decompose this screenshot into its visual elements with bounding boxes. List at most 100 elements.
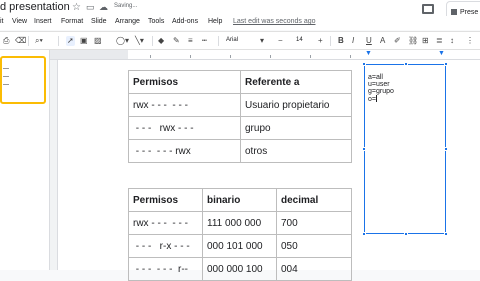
- table-cell[interactable]: - - - - - - rwx: [128, 139, 241, 163]
- table-cell[interactable]: grupo: [240, 116, 352, 140]
- text-line-content: o=: [368, 96, 376, 103]
- underline-icon[interactable]: U: [366, 36, 372, 46]
- table-cell[interactable]: - - - - - - r--: [128, 257, 203, 281]
- paint-format-icon[interactable]: ⌫: [15, 36, 26, 46]
- align-icon[interactable]: ≣: [436, 36, 443, 46]
- italic-icon[interactable]: I: [352, 36, 354, 46]
- menu-help[interactable]: Help: [208, 18, 222, 25]
- menu-addons[interactable]: Add-ons: [172, 18, 198, 25]
- selected-text-box[interactable]: a=all u=user g=grupo o=: [362, 62, 448, 236]
- present-icon: [451, 9, 457, 15]
- border-weight-icon[interactable]: ≡: [188, 36, 193, 46]
- table-cell[interactable]: - - - rwx - - -: [128, 116, 241, 140]
- border-color-icon[interactable]: ✎: [173, 36, 180, 46]
- ruler-tick: [230, 55, 231, 58]
- save-status: Saving...: [114, 3, 138, 9]
- table-row: - - - rwx - - - grupo: [128, 116, 352, 140]
- resize-handle[interactable]: [362, 232, 366, 236]
- table-cell[interactable]: otros: [240, 139, 352, 163]
- last-edit-link[interactable]: Last edit was seconds ago: [233, 18, 316, 25]
- right-indent-marker-icon[interactable]: ▼: [438, 50, 445, 57]
- text-color-icon[interactable]: A: [380, 36, 385, 46]
- font-size-increase[interactable]: +: [318, 36, 323, 46]
- image-icon[interactable]: ▨: [94, 36, 102, 46]
- indent-marker-icon[interactable]: ▼: [365, 50, 372, 57]
- table-header-cell[interactable]: decimal: [276, 188, 352, 212]
- vertical-ruler[interactable]: [50, 60, 58, 270]
- line-icon[interactable]: ╲▾: [135, 36, 144, 46]
- table-header-cell[interactable]: Referente a: [240, 70, 352, 94]
- resize-handle[interactable]: [404, 232, 408, 236]
- toolbar-divider: [58, 36, 59, 46]
- print-icon[interactable]: ⎙: [3, 36, 9, 46]
- star-icon[interactable]: ☆: [72, 2, 81, 13]
- menu-arrange[interactable]: Arrange: [115, 18, 140, 25]
- menu-edit[interactable]: it: [0, 18, 4, 25]
- table-cell[interactable]: 004: [276, 257, 352, 281]
- table-cell[interactable]: rwx - - - - - -: [128, 211, 203, 235]
- shape-icon[interactable]: ◯▾: [116, 36, 129, 46]
- table-cell[interactable]: Usuario propietario: [240, 93, 352, 117]
- font-size-decrease[interactable]: −: [278, 36, 283, 46]
- table-row: rwx - - - - - - 111 000 000 700: [128, 211, 352, 235]
- line-spacing-icon[interactable]: ↕: [450, 36, 454, 46]
- menu-tools[interactable]: Tools: [148, 18, 164, 25]
- thumbnail-text-line: [3, 68, 9, 69]
- border-dash-icon[interactable]: ┅: [202, 36, 207, 46]
- text-line[interactable]: g=grupo: [365, 88, 445, 95]
- ruler-tick: [190, 55, 191, 58]
- link-icon[interactable]: ⛓: [408, 36, 418, 46]
- table-cell[interactable]: 000 101 000: [202, 234, 277, 258]
- table-cell[interactable]: 700: [276, 211, 352, 235]
- move-folder-icon[interactable]: ▭: [86, 2, 95, 13]
- table-header-cell[interactable]: Permisos: [128, 188, 203, 212]
- zoom-icon[interactable]: ⌕▾: [35, 36, 43, 46]
- table-header-row: Permisos Referente a: [128, 70, 352, 94]
- permissions-reference-table[interactable]: Permisos Referente a rwx - - - - - - Usu…: [128, 70, 352, 163]
- select-cursor-icon[interactable]: ➚: [66, 36, 75, 46]
- toolbar-divider: [218, 36, 219, 46]
- document-title[interactable]: d presentation: [0, 1, 70, 13]
- table-cell[interactable]: 111 000 000: [202, 211, 277, 235]
- horizontal-ruler[interactable]: ▼ ▼: [50, 50, 480, 60]
- toolbar-divider: [28, 36, 29, 46]
- comments-icon[interactable]: [422, 4, 434, 14]
- text-line[interactable]: u=user: [365, 81, 445, 88]
- comment-add-icon[interactable]: ⊞: [422, 36, 429, 46]
- table-cell[interactable]: rwx - - - - - -: [128, 93, 241, 117]
- font-size-input[interactable]: 14: [296, 37, 303, 43]
- text-line[interactable]: a=all: [365, 74, 445, 81]
- resize-handle[interactable]: [444, 147, 448, 151]
- permissions-binary-table[interactable]: Permisos binario decimal rwx - - - - - -…: [128, 188, 352, 281]
- slide-thumbnail[interactable]: [0, 56, 46, 104]
- text-box-icon[interactable]: ▣: [80, 36, 88, 46]
- fill-color-icon[interactable]: ◆: [158, 36, 164, 46]
- slide-canvas[interactable]: Permisos Referente a rwx - - - - - - Usu…: [58, 60, 480, 281]
- table-cell[interactable]: - - - r-x - - -: [128, 234, 203, 258]
- font-family-select[interactable]: Arial: [226, 37, 238, 43]
- resize-handle[interactable]: [404, 62, 408, 66]
- menu-format[interactable]: Format: [61, 18, 83, 25]
- present-label: Prese: [460, 9, 479, 16]
- table-row: - - - r-x - - - 000 101 000 050: [128, 234, 352, 258]
- resize-handle[interactable]: [444, 232, 448, 236]
- table-header-cell[interactable]: Permisos: [128, 70, 241, 94]
- more-icon[interactable]: ⋮: [466, 36, 474, 46]
- text-cursor: [375, 95, 377, 102]
- resize-handle[interactable]: [444, 62, 448, 66]
- menu-view[interactable]: View: [12, 18, 27, 25]
- table-cell[interactable]: 000 000 100: [202, 257, 277, 281]
- table-header-cell[interactable]: binario: [202, 188, 277, 212]
- highlight-icon[interactable]: ✐: [394, 36, 401, 46]
- bold-icon[interactable]: B: [338, 36, 344, 46]
- menu-slide[interactable]: Slide: [91, 18, 107, 25]
- menu-insert[interactable]: Insert: [34, 18, 52, 25]
- toolbar-divider: [330, 36, 331, 46]
- resize-handle[interactable]: [362, 147, 366, 151]
- resize-handle[interactable]: [362, 62, 366, 66]
- font-dropdown-arrow-icon[interactable]: ▾: [260, 36, 264, 46]
- table-row: - - - - - - r-- 000 000 100 004: [128, 257, 352, 281]
- table-cell[interactable]: 050: [276, 234, 352, 258]
- menu-bar: it View Insert Format Slide Arrange Tool…: [0, 16, 480, 30]
- text-line-editing[interactable]: o=: [365, 95, 445, 103]
